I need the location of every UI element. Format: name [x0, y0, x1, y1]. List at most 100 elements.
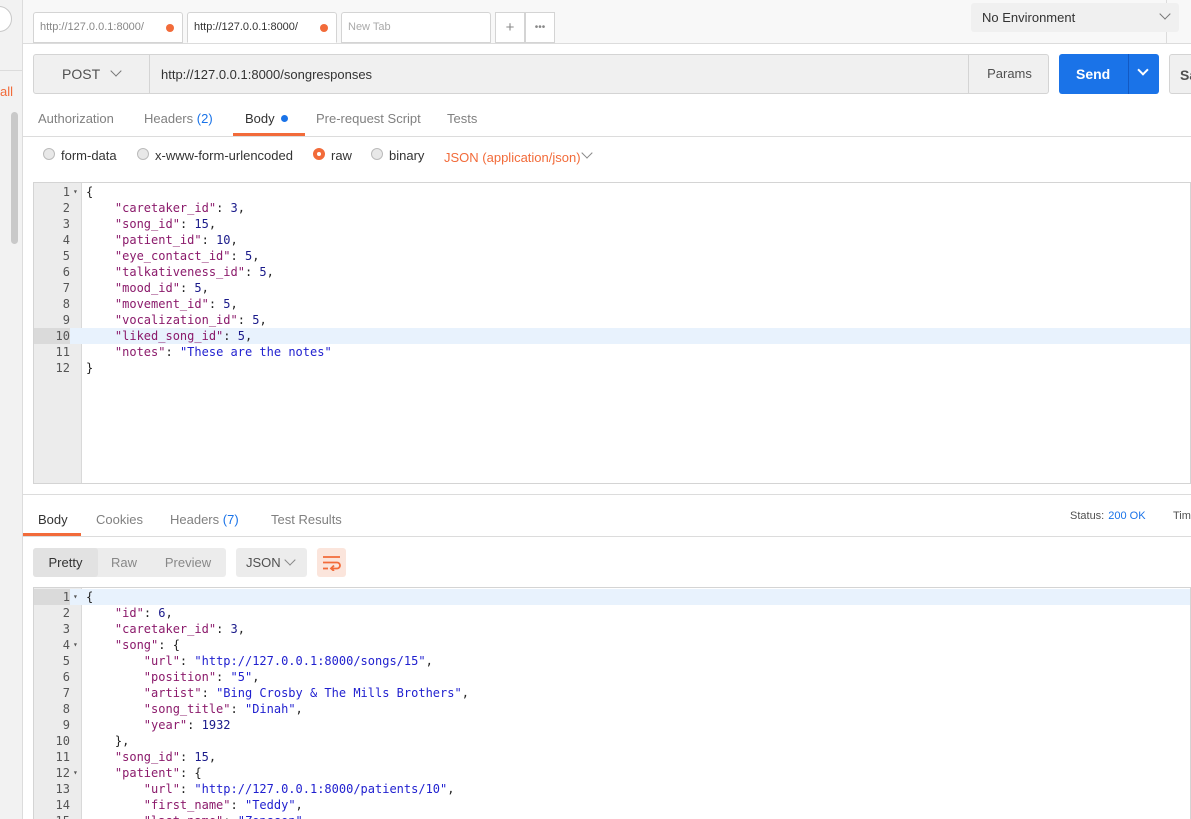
code-line[interactable]: 2 "caretaker_id": 3, — [34, 200, 1190, 216]
code-line[interactable]: 4 "patient_id": 10, — [34, 232, 1190, 248]
code-line[interactable]: 5 "url": "http://127.0.0.1:8000/songs/15… — [34, 653, 1190, 669]
request-body-editor[interactable]: 1 ▾{2 "caretaker_id": 3, 3 "song_id": 15, 4… — [33, 182, 1191, 484]
radio-raw[interactable]: raw — [313, 148, 352, 163]
fold-arrow-icon[interactable]: ▾ — [73, 765, 78, 781]
params-button[interactable]: Params — [968, 55, 1050, 93]
view-raw-button[interactable]: Raw — [103, 548, 145, 577]
code-line[interactable]: 12} — [34, 360, 1190, 376]
code-line[interactable]: 6 "position": "5", — [34, 669, 1190, 685]
sidebar-scrollbar[interactable] — [11, 112, 18, 244]
code-line[interactable]: 6 "talkativeness_id": 5, — [34, 264, 1190, 280]
code-text: "id": 6, — [114, 606, 173, 620]
more-tabs-button[interactable]: ••• — [525, 12, 555, 43]
environment-select[interactable]: No Environment — [971, 3, 1179, 32]
chevron-down-icon[interactable] — [1137, 64, 1149, 76]
request-code[interactable]: 1 ▾{2 "caretaker_id": 3, 3 "song_id": 15, 4… — [34, 184, 1190, 376]
code-line[interactable]: 13 "url": "http://127.0.0.1:8000/patient… — [34, 781, 1190, 797]
code-line[interactable]: 12 ▾ "patient": { — [34, 765, 1190, 781]
tab-body-label: Body — [245, 111, 275, 126]
resp-tab-test-results[interactable]: Test Results — [271, 512, 342, 527]
code-line[interactable]: 1 ▾ { — [34, 184, 1190, 200]
wrap-lines-button[interactable] — [317, 548, 346, 577]
code-text: "song_id": 15, — [114, 217, 217, 231]
method-select[interactable]: POST — [34, 55, 150, 93]
tab-bar: http://127.0.0.1:8000/ http://127.0.0.1:… — [23, 0, 1191, 44]
radio-form-data[interactable]: form-data — [43, 148, 117, 163]
tab-authorization[interactable]: Authorization — [38, 111, 114, 126]
tab-tests[interactable]: Tests — [447, 111, 477, 126]
code-line[interactable]: 10 }, — [34, 733, 1190, 749]
sidebar-circle-button[interactable] — [0, 6, 12, 32]
request-tab-1[interactable]: http://127.0.0.1:8000/ — [33, 12, 183, 43]
code-line[interactable]: 1 ▾ { — [34, 589, 1190, 605]
response-body-viewer[interactable]: 1 ▾{2 "id": 6, 3 "caretaker_id": 3, 4 ▾ "son… — [33, 587, 1191, 819]
radio-label: form-data — [61, 148, 117, 163]
code-line[interactable]: 14 "first_name": "Teddy", — [34, 797, 1190, 813]
response-format-select[interactable]: JSON — [236, 548, 307, 577]
fold-arrow-icon[interactable]: ▾ — [73, 184, 78, 200]
chevron-down-icon — [110, 65, 122, 77]
chevron-down-icon — [1159, 8, 1171, 20]
tab-body[interactable]: Body — [245, 111, 288, 126]
url-input[interactable]: http://127.0.0.1:8000/songresponses — [161, 67, 372, 82]
request-tab-2[interactable]: http://127.0.0.1:8000/ — [187, 12, 337, 43]
code-line[interactable]: 7 "mood_id": 5, — [34, 280, 1190, 296]
line-number: 1 — [62, 185, 70, 199]
code-line[interactable]: 3 "caretaker_id": 3, — [34, 621, 1190, 637]
tab-headers[interactable]: Headers (2) — [144, 111, 213, 126]
code-line[interactable]: 8 "song_title": "Dinah", — [34, 701, 1190, 717]
active-tab-underline — [233, 133, 305, 136]
active-tab-underline — [23, 533, 81, 536]
fold-arrow-icon[interactable]: ▾ — [73, 637, 78, 653]
radio-label: binary — [389, 148, 425, 163]
code-line[interactable]: 10 "liked_song_id": 5, — [34, 328, 1190, 344]
request-tab-3[interactable]: New Tab — [341, 12, 491, 43]
sidebar-divider — [0, 70, 23, 71]
radio-binary[interactable]: binary — [371, 148, 425, 163]
line-number: 9 — [62, 313, 70, 327]
resp-tab-cookies[interactable]: Cookies — [96, 512, 143, 527]
add-tab-button[interactable]: + — [495, 12, 525, 43]
code-line[interactable]: 2 "id": 6, — [34, 605, 1190, 621]
sidebar-all-link[interactable]: all — [0, 84, 13, 99]
view-pretty-button[interactable]: Pretty — [33, 548, 98, 577]
code-line[interactable]: 11 "notes": "These are the notes" — [34, 344, 1190, 360]
code-text: "eye_contact_id": 5, — [114, 249, 260, 263]
send-button[interactable]: Send — [1059, 54, 1159, 94]
response-code[interactable]: 1 ▾{2 "id": 6, 3 "caretaker_id": 3, 4 ▾ "son… — [34, 589, 1190, 819]
status-value[interactable]: 200 OK — [1108, 510, 1145, 522]
code-text: "caretaker_id": 3, — [114, 622, 245, 636]
request-tab-label: http://127.0.0.1:8000/ — [40, 21, 144, 33]
code-text: "song": { — [114, 638, 180, 652]
response-time-label: Tim — [1173, 510, 1191, 522]
chevron-down-icon[interactable] — [581, 147, 593, 159]
code-line[interactable]: 11 "song_id": 15, — [34, 749, 1190, 765]
code-text: } — [86, 361, 94, 375]
code-line[interactable]: 9 "vocalization_id": 5, — [34, 312, 1190, 328]
radio-circle-icon — [137, 148, 149, 160]
code-line[interactable]: 8 "movement_id": 5, — [34, 296, 1190, 312]
fold-arrow-icon[interactable]: ▾ — [73, 589, 78, 605]
view-preview-button[interactable]: Preview — [158, 548, 218, 577]
resp-tab-headers[interactable]: Headers (7) — [170, 512, 239, 527]
format-label: JSON — [246, 555, 281, 570]
radio-circle-icon — [371, 148, 383, 160]
code-line[interactable]: 4 ▾ "song": { — [34, 637, 1190, 653]
tab-prerequest-script[interactable]: Pre-request Script — [316, 111, 421, 126]
content-type-select[interactable]: JSON (application/json) — [444, 150, 581, 165]
code-line[interactable]: 3 "song_id": 15, — [34, 216, 1190, 232]
response-tabs: Body Cookies Headers (7) Test Results — [23, 494, 1191, 537]
code-line[interactable]: 15 "last_name": "Zopsson" — [34, 813, 1190, 819]
code-line[interactable]: 7 "artist": "Bing Crosby & The Mills Bro… — [34, 685, 1190, 701]
resp-tab-body[interactable]: Body — [38, 512, 68, 527]
code-line[interactable]: 9 "year": 1932 — [34, 717, 1190, 733]
code-text: "notes": "These are the notes" — [114, 345, 332, 359]
code-text: "mood_id": 5, — [114, 281, 209, 295]
radio-urlencoded[interactable]: x-www-form-urlencoded — [137, 148, 293, 163]
code-text: "patient": { — [114, 766, 202, 780]
request-tab-label: http://127.0.0.1:8000/ — [194, 21, 298, 33]
code-line[interactable]: 5 "eye_contact_id": 5, — [34, 248, 1190, 264]
save-button[interactable]: Sa — [1169, 54, 1191, 94]
code-text: "artist": "Bing Crosby & The Mills Broth… — [143, 686, 469, 700]
line-number: 3 — [62, 622, 70, 636]
